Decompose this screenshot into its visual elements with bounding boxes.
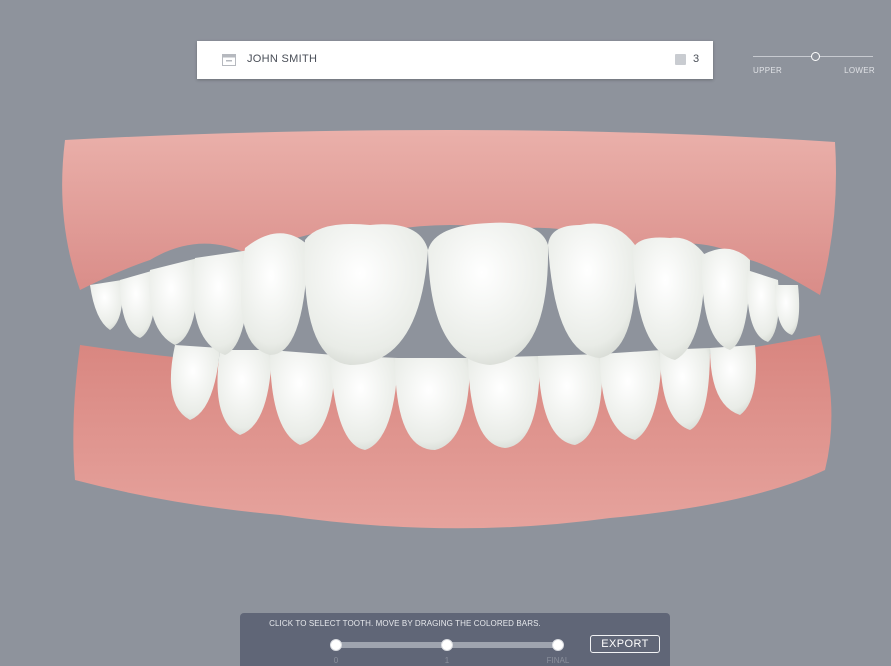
folder-icon[interactable] (222, 54, 236, 66)
stage-count: 3 (693, 53, 700, 65)
upper-label: UPPER (753, 66, 783, 75)
stage-label-1: 1 (444, 656, 450, 665)
jaw-slider-knob[interactable] (811, 52, 820, 61)
patient-name: JOHN SMITH (247, 53, 318, 65)
export-button[interactable]: EXPORT (590, 635, 660, 653)
upper-teeth (90, 222, 800, 365)
stage-label-final: FINAL (546, 656, 570, 665)
jaw-view-slider[interactable]: UPPER LOWER (753, 50, 875, 80)
stage-knob-1[interactable] (441, 639, 453, 651)
square-icon (675, 54, 686, 65)
instructions-text: CLICK TO SELECT TOOTH. MOVE BY DRAGING T… (269, 619, 541, 628)
3d-viewport[interactable]: JOHN SMITH 3 UPPER LOWER CLICK TO SELECT… (0, 0, 891, 666)
lower-label: LOWER (844, 66, 875, 75)
control-panel: CLICK TO SELECT TOOTH. MOVE BY DRAGING T… (240, 613, 670, 666)
patient-header: JOHN SMITH 3 (197, 41, 713, 79)
stage-knob-0[interactable] (330, 639, 342, 651)
dental-model-view[interactable] (50, 120, 850, 540)
stage-knob-final[interactable] (552, 639, 564, 651)
stage-label-0: 0 (333, 656, 339, 665)
